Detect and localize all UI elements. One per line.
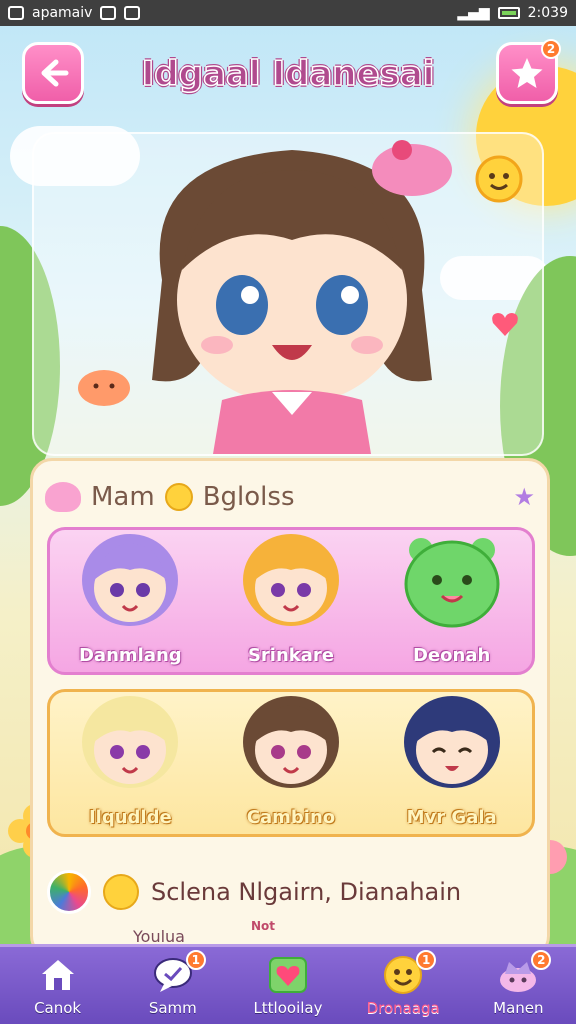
featured-tag: Not	[251, 919, 276, 933]
status-time: 2:039	[527, 5, 568, 21]
smiley-icon	[164, 483, 193, 511]
nav-item-favorites[interactable]: Lttlooilay	[233, 948, 343, 1024]
character-name: Mvr Gala	[406, 807, 497, 828]
nav-item-home[interactable]: Canok	[3, 948, 113, 1024]
character-avatar	[403, 696, 500, 788]
character-name: Danmlang	[78, 645, 182, 666]
back-button[interactable]	[22, 42, 84, 104]
character-avatar	[242, 696, 339, 788]
character-card[interactable]: Ilqudlde	[55, 688, 205, 828]
character-avatar	[404, 538, 500, 628]
usb-icon	[100, 6, 117, 20]
character-name: Cambino	[246, 807, 336, 828]
favorites-button[interactable]: 2	[496, 39, 561, 104]
nav-label: Canok	[34, 998, 82, 1017]
home-icon	[36, 955, 80, 995]
character-card[interactable]: Danmlang	[55, 526, 205, 666]
status-bar: apamaiv ▂▄▆ 2:039	[0, 0, 576, 26]
status-right: ▂▄▆ 2:039	[457, 5, 568, 21]
nav-label: Lttlooilay	[253, 998, 323, 1017]
pink-mascot-icon	[45, 482, 81, 512]
bottom-navigation: Canok 1 Samm Lttlooilay 1 Dronaaga 2 Man…	[0, 944, 576, 1024]
nav-badge: 1	[416, 949, 437, 970]
mascot-face-icon	[103, 874, 139, 910]
character-name: Srinkare	[247, 645, 334, 666]
character-card[interactable]: Cambino	[216, 688, 366, 828]
arrow-left-icon	[41, 59, 69, 87]
cloud-smile-icon	[78, 370, 130, 406]
featured-title: Sclena Nlgairn, Dianahain	[151, 878, 462, 906]
app-title: Idgaal Idanesai	[130, 50, 446, 98]
character-name: Ilqudlde	[88, 807, 172, 828]
status-left-text: apamaiv	[32, 5, 93, 21]
sparkle-star-icon: ★	[513, 483, 535, 511]
nav-label: Manen	[493, 998, 544, 1017]
status-left: apamaiv	[8, 5, 141, 21]
character-select-panel: Mam Bglolss ★ Danmlang Srinkare Deonah I…	[30, 458, 550, 958]
hero-avatar-illustration	[152, 140, 452, 454]
heart-icon	[492, 313, 518, 336]
section-label-b: Bglolss	[202, 482, 295, 512]
favorites-badge: 2	[541, 39, 561, 59]
section-label-a: Mam	[91, 482, 155, 512]
character-avatar	[82, 534, 179, 626]
featured-item[interactable]: Sclena Nlgairn, Dianahain	[47, 857, 535, 927]
lollipop-icon	[47, 870, 91, 914]
character-name: Deonah	[412, 645, 491, 666]
heart-icon	[266, 955, 310, 995]
nav-item-chat[interactable]: 1 Samm	[118, 948, 228, 1024]
character-row-2: Ilqudlde Cambino Mvr Gala	[47, 689, 535, 837]
nav-badge: 2	[531, 949, 552, 970]
character-avatar	[242, 534, 339, 626]
nav-badge: 1	[185, 949, 206, 970]
character-avatar	[82, 696, 179, 788]
hero-character-card[interactable]	[32, 132, 544, 456]
nav-label-active: Dronaaga	[366, 998, 440, 1017]
character-row-1: Danmlang Srinkare Deonah	[47, 527, 535, 675]
nav-label: Samm	[148, 998, 197, 1017]
character-card[interactable]: Mvr Gala	[377, 688, 527, 828]
image-icon	[124, 6, 141, 20]
app-notification-icon	[8, 6, 24, 20]
character-card[interactable]: Srinkare	[216, 526, 366, 666]
sun-face-icon	[475, 155, 523, 203]
star-icon	[511, 58, 543, 88]
nav-item-profile[interactable]: 2 Manen	[463, 948, 573, 1024]
battery-icon	[497, 7, 520, 19]
nav-item-emotes[interactable]: 1 Dronaaga	[348, 948, 458, 1024]
section-header: Mam Bglolss ★	[45, 475, 535, 519]
character-card[interactable]: Deonah	[377, 526, 527, 666]
signal-icon: ▂▄▆	[457, 5, 490, 21]
